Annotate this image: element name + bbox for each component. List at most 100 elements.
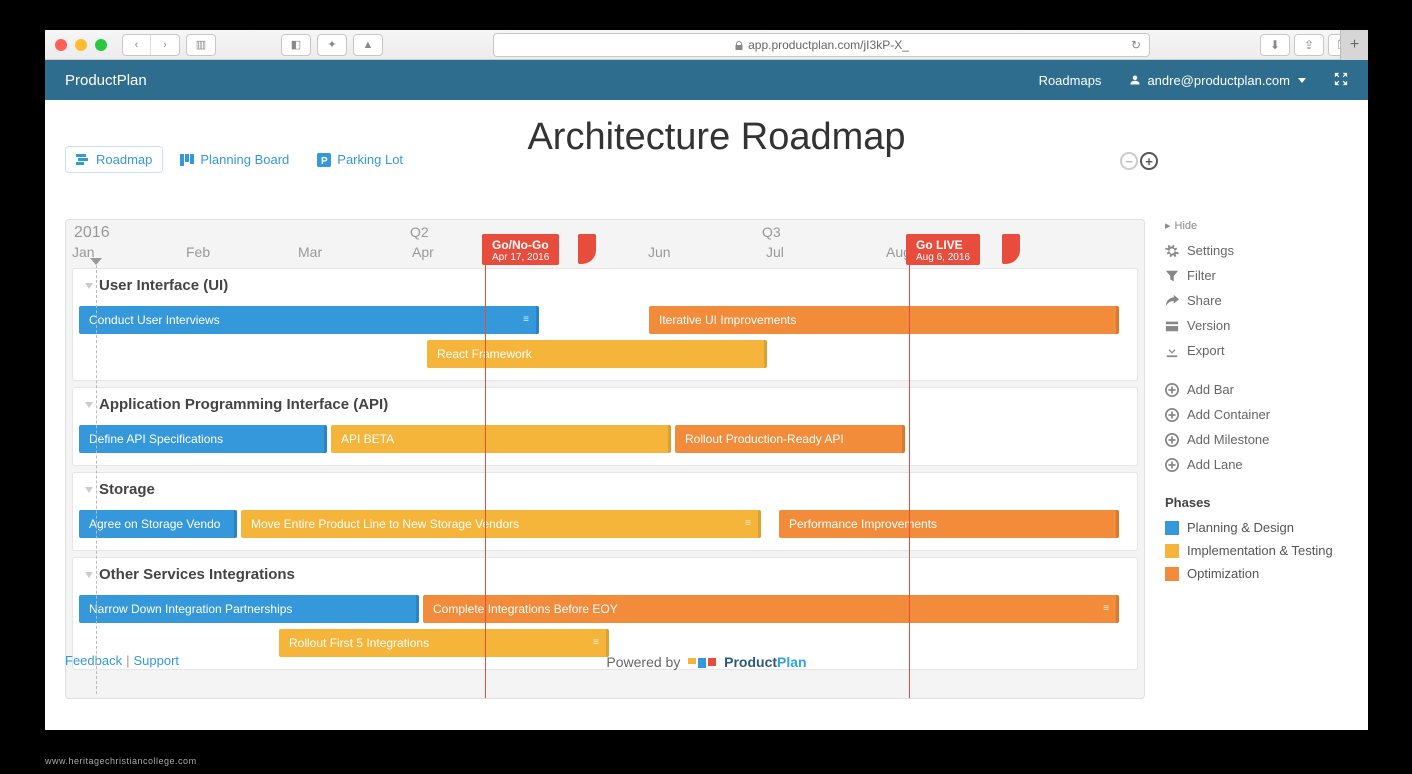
lane-header[interactable]: Storage — [73, 473, 1137, 506]
roadmap-bar[interactable]: Move Entire Product Line to New Storage … — [241, 510, 761, 538]
legend-swatch — [1165, 521, 1179, 535]
chevron-down-icon — [85, 402, 93, 408]
sidebar-settings[interactable]: Settings — [1165, 238, 1345, 263]
chevron-down-icon — [1298, 78, 1306, 83]
version-icon — [1165, 319, 1179, 333]
legend-item[interactable]: Planning & Design — [1165, 516, 1345, 539]
roadmap-bar[interactable]: API BETA — [331, 425, 671, 453]
phases-heading: Phases — [1165, 491, 1345, 516]
add-lane[interactable]: Add Lane — [1165, 452, 1345, 477]
add-bar[interactable]: Add Bar — [1165, 377, 1345, 402]
milestone[interactable]: Go/No-GoApr 17, 2016 — [482, 234, 559, 265]
grip-icon: ≡ — [745, 518, 752, 529]
window-close-icon[interactable] — [55, 39, 67, 51]
sidebar-version[interactable]: Version — [1165, 313, 1345, 338]
year-label: 2016 — [74, 224, 110, 242]
roadmap-bar[interactable]: Agree on Storage Vendo — [79, 510, 237, 538]
lane-header[interactable]: Application Programming Interface (API) — [73, 388, 1137, 421]
timeline[interactable]: 2016 Q2Q3 JanFebMarAprJunJulAug Go/No-Go… — [65, 219, 1145, 699]
sidebar-toggle[interactable]: ▥ — [186, 34, 216, 56]
app-header: ProductPlan Roadmaps andre@productplan.c… — [45, 60, 1368, 100]
chevron-down-icon — [85, 487, 93, 493]
share-icon[interactable]: ⇪ — [1294, 34, 1324, 56]
roadmap-bar[interactable]: Define API Specifications — [79, 425, 327, 453]
productplan-logo-icon — [688, 658, 716, 668]
user-menu[interactable]: andre@productplan.com — [1129, 73, 1306, 88]
tab-roadmap[interactable]: Roadmap — [65, 146, 163, 173]
filter-icon — [1165, 269, 1179, 283]
nav-forward-icon[interactable]: › — [151, 35, 179, 55]
watermark: www.heritagechristiancollege.com — [45, 756, 197, 766]
roadmap-icon — [76, 154, 90, 166]
roadmap-bar[interactable]: Complete Integrations Before EOY≡ — [423, 595, 1119, 623]
grip-icon: ≡ — [593, 637, 600, 648]
toolbar-extension-1[interactable]: ◧ — [281, 34, 311, 56]
tab-parking-lot[interactable]: P Parking Lot — [306, 146, 414, 173]
plus-circle-icon — [1165, 408, 1179, 422]
svg-text:P: P — [321, 156, 328, 167]
sidebar-share[interactable]: Share — [1165, 288, 1345, 313]
today-line — [96, 265, 97, 694]
legend-swatch — [1165, 567, 1179, 581]
panel-icon: ▥ — [187, 35, 215, 55]
lane: Application Programming Interface (API) D… — [72, 387, 1138, 466]
grip-icon: ≡ — [1103, 603, 1110, 614]
window-minimize-icon[interactable] — [75, 39, 87, 51]
month-label: Apr — [412, 244, 434, 260]
zoom-out-button[interactable]: − — [1120, 152, 1138, 170]
brand-label[interactable]: ProductPlan — [65, 72, 147, 89]
window-maximize-icon[interactable] — [95, 39, 107, 51]
address-text: app.productplan.com/jI3kP-X_ — [748, 38, 909, 52]
roadmap-bar[interactable]: Performance Improvements — [779, 510, 1119, 538]
fullscreen-button[interactable] — [1334, 72, 1348, 89]
warning-icon: ▲ — [354, 35, 382, 55]
legend-label: Implementation & Testing — [1187, 543, 1333, 558]
quarter-label: Q3 — [762, 224, 781, 240]
lane-header[interactable]: User Interface (UI) — [73, 269, 1137, 302]
parking-icon: P — [317, 153, 331, 167]
sidebar-filter[interactable]: Filter — [1165, 263, 1345, 288]
lane-title: User Interface (UI) — [99, 277, 228, 294]
roadmap-bar[interactable]: Iterative UI Improvements — [649, 306, 1119, 334]
address-bar[interactable]: app.productplan.com/jI3kP-X_ ↻ — [493, 33, 1150, 57]
chevron-right-icon: ▸ — [1165, 219, 1171, 232]
lock-icon — [734, 40, 744, 50]
browser-chrome: ‹ › ▥ ◧ ✦ ▲ app.productplan.com/jI3kP-X_… — [45, 30, 1368, 60]
lane-title: Application Programming Interface (API) — [99, 396, 388, 413]
tab-planning-board[interactable]: Planning Board — [169, 146, 300, 173]
add-milestone[interactable]: Add Milestone — [1165, 427, 1345, 452]
user-icon — [1129, 74, 1141, 86]
milestone[interactable]: Go LIVEAug 6, 2016 — [906, 234, 980, 265]
gear-icon — [1165, 244, 1179, 258]
hide-sidebar[interactable]: ▸ Hide — [1165, 219, 1345, 232]
zoom-in-button[interactable]: + — [1140, 152, 1158, 170]
new-tab-button[interactable]: + — [1340, 30, 1368, 60]
milestone-line — [909, 264, 910, 698]
roadmap-bar[interactable]: Rollout First 5 Integrations≡ — [279, 629, 609, 657]
nav-back-icon[interactable]: ‹ — [123, 35, 151, 55]
month-label: Jun — [648, 244, 671, 260]
nav-roadmaps[interactable]: Roadmaps — [1039, 73, 1102, 88]
roadmap-bar[interactable]: Rollout Production-Ready API — [675, 425, 905, 453]
roadmap-bar[interactable]: Narrow Down Integration Partnerships — [79, 595, 419, 623]
sidebar: ▸ Hide Settings Filter Share Version Exp… — [1145, 219, 1345, 699]
sidebar-export[interactable]: Export — [1165, 338, 1345, 363]
lane: Storage Agree on Storage VendoMove Entire… — [72, 472, 1138, 551]
lane-header[interactable]: Other Services Integrations — [73, 558, 1137, 591]
chevron-down-icon — [85, 283, 93, 289]
toolbar-warning[interactable]: ▲ — [353, 34, 383, 56]
download-icon[interactable]: ⬇ — [1260, 34, 1290, 56]
legend-item[interactable]: Optimization — [1165, 562, 1345, 585]
add-container[interactable]: Add Container — [1165, 402, 1345, 427]
toolbar-extension-2[interactable]: ✦ — [317, 34, 347, 56]
reload-icon[interactable]: ↻ — [1131, 38, 1141, 52]
nav-back-forward[interactable]: ‹ › — [122, 34, 180, 56]
roadmap-bar[interactable]: Conduct User Interviews≡ — [79, 306, 539, 334]
roadmap-bar[interactable]: React Framework — [427, 340, 767, 368]
legend-item[interactable]: Implementation & Testing — [1165, 539, 1345, 562]
month-label: Jul — [766, 244, 784, 260]
milestone-line — [485, 264, 486, 698]
plus-circle-icon — [1165, 433, 1179, 447]
timeline-header: 2016 Q2Q3 JanFebMarAprJunJulAug — [66, 220, 1144, 266]
lane-title: Storage — [99, 481, 155, 498]
